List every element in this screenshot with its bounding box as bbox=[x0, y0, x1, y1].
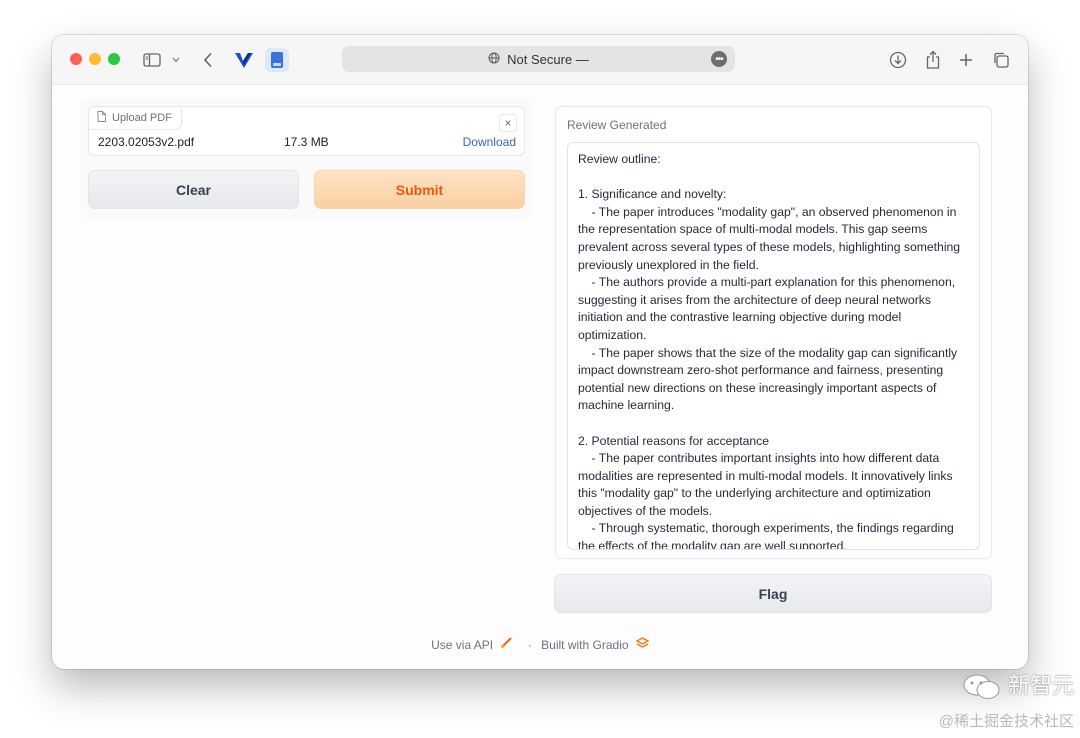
file-name: 2203.02053v2.pdf bbox=[98, 135, 195, 149]
globe-icon bbox=[488, 52, 500, 67]
sidebar-icon[interactable] bbox=[140, 48, 164, 72]
wechat-icon bbox=[962, 673, 1008, 699]
more-icon[interactable]: ••• bbox=[711, 51, 727, 67]
share-icon[interactable] bbox=[921, 48, 945, 72]
chevron-down-icon[interactable] bbox=[166, 48, 186, 72]
gradio-logo-icon bbox=[635, 637, 650, 652]
clear-file-button[interactable]: × bbox=[499, 114, 517, 132]
close-icon: × bbox=[504, 116, 512, 130]
upload-pdf-text: Upload PDF bbox=[112, 112, 172, 124]
review-panel: Review Generated Review outline: 1. Sign… bbox=[555, 106, 992, 559]
watermark: 新智元 @稀土掘金技术社区 bbox=[939, 668, 1074, 731]
minimize-window-button[interactable] bbox=[89, 53, 101, 65]
rocket-icon bbox=[500, 637, 515, 652]
plus-icon[interactable] bbox=[954, 48, 978, 72]
tabs-icon[interactable] bbox=[989, 48, 1013, 72]
footer: Use via API · Built with Gradio bbox=[52, 637, 1028, 652]
back-icon[interactable] bbox=[196, 48, 220, 72]
pdf-upload-box[interactable]: Upload PDF × 2203.02053v2.pdf 17.3 MB Do… bbox=[88, 106, 525, 156]
clear-button[interactable]: Clear bbox=[88, 170, 299, 209]
document-tab-icon[interactable] bbox=[265, 48, 289, 72]
flag-button[interactable]: Flag bbox=[554, 574, 992, 613]
upload-pdf-label: Upload PDF bbox=[88, 106, 182, 130]
address-bar[interactable]: Not Secure — ••• bbox=[342, 46, 735, 72]
built-with-gradio-link[interactable]: Built with Gradio bbox=[541, 638, 628, 652]
zoom-window-button[interactable] bbox=[108, 53, 120, 65]
download-link[interactable]: Download bbox=[463, 135, 516, 149]
use-via-api-link[interactable]: Use via API bbox=[431, 638, 493, 652]
footer-separator: · bbox=[527, 637, 532, 652]
file-size: 17.3 MB bbox=[284, 135, 329, 149]
input-panel: Upload PDF × 2203.02053v2.pdf 17.3 MB Do… bbox=[80, 98, 533, 218]
watermark-brand: 新智元 bbox=[939, 668, 1074, 702]
review-label: Review Generated bbox=[567, 118, 667, 132]
browser-window: Not Secure — ••• Upload PDF × 2203.02053… bbox=[52, 35, 1028, 669]
submit-button[interactable]: Submit bbox=[314, 170, 525, 209]
uploaded-file-row: 2203.02053v2.pdf 17.3 MB Download bbox=[98, 135, 516, 151]
browser-toolbar: Not Secure — ••• bbox=[52, 35, 1028, 85]
review-textbox[interactable]: Review outline: 1. Significance and nove… bbox=[567, 142, 980, 550]
vivaldi-logo-icon[interactable] bbox=[232, 48, 256, 72]
file-icon bbox=[97, 111, 106, 125]
watermark-line1: 新智元 bbox=[1007, 672, 1074, 698]
close-window-button[interactable] bbox=[70, 53, 82, 65]
download-icon[interactable] bbox=[886, 48, 910, 72]
watermark-line2: @稀土掘金技术社区 bbox=[938, 713, 1074, 730]
url-text: Not Secure — bbox=[507, 51, 589, 67]
